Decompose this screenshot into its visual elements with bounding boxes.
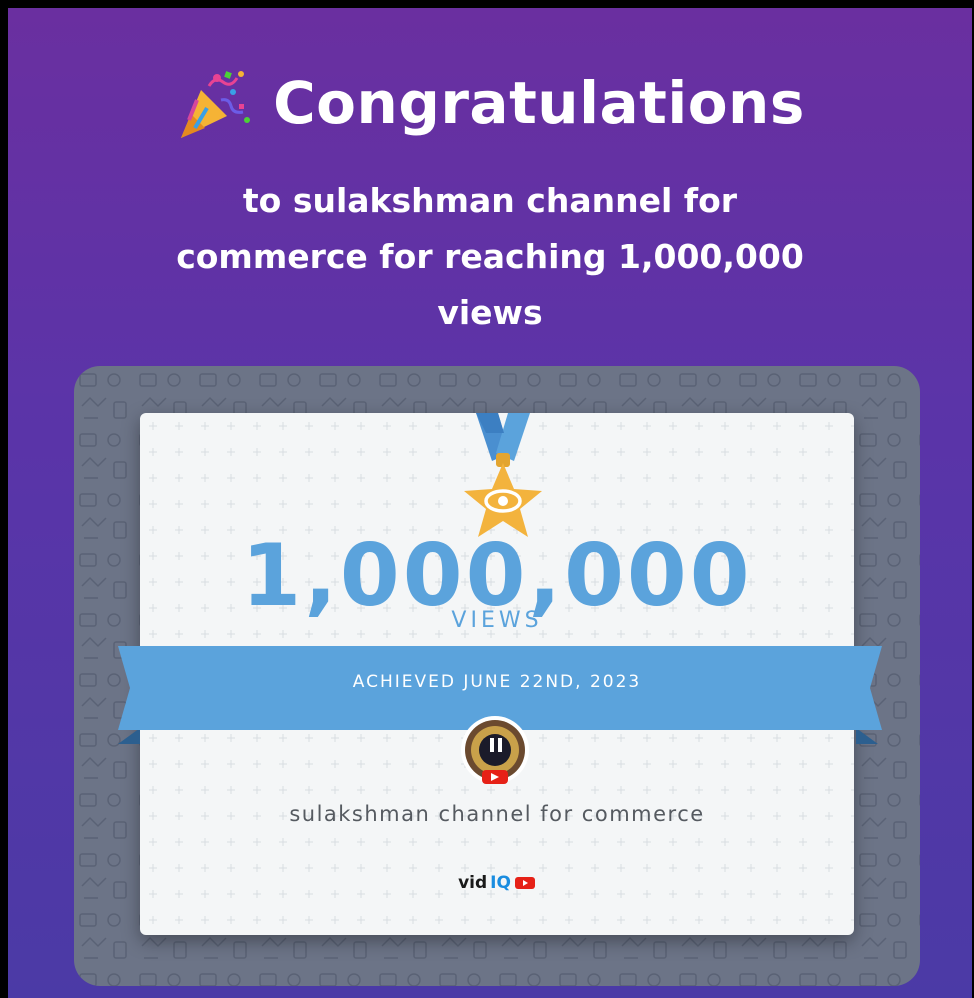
subtitle-line-2: commerce for reaching 1,000,000 [176,237,804,276]
subtitle-line-1: to sulakshman channel for [242,181,738,220]
channel-name: sulakshman channel for commerce [289,802,705,826]
eye-star-medal-icon [464,413,542,537]
youtube-badge-icon [514,877,535,889]
vidiq-logo: vid IQ [140,868,854,898]
party-popper-icon [181,71,251,138]
achieved-date: ACHIEVED JUNE 22ND, 2023 [352,672,642,692]
congratulations-screen: Congratulations to sulakshman channel fo… [8,8,972,998]
screen-top-edge [0,0,974,8]
milestone-unit: VIEWS [451,608,543,633]
channel-avatar-with-youtube-icon [461,716,529,784]
brand-iq: IQ [490,873,511,893]
subtitle: to sulakshman channel for commerce for r… [68,173,912,341]
brand-vid: vid [458,873,488,893]
title: Congratulations [273,69,805,137]
headline: Congratulations [8,63,972,143]
subtitle-line-3: views [437,293,543,332]
